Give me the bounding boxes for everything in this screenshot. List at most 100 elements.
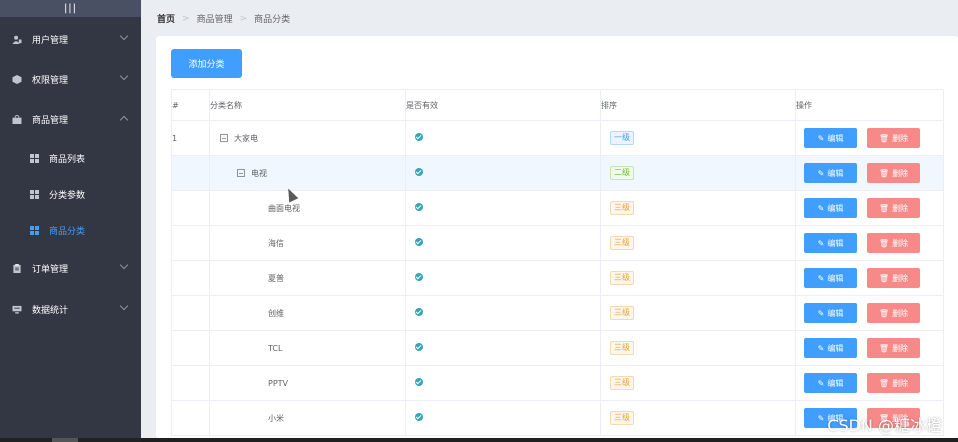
table-row[interactable]: 1 大家电 一级 ✎ 编辑 🗑 删除 (171, 120, 944, 156)
breadcrumb-categories: 商品分类 (254, 15, 291, 25)
cell-index (171, 295, 210, 331)
delete-button[interactable]: 🗑 删除 (867, 198, 920, 218)
table-row[interactable]: PPTV 三级 ✎ 编辑 🗑 删除 (171, 365, 944, 401)
chevron-down-icon (119, 301, 129, 311)
sidebar-item-label: 订单管理 (32, 264, 69, 275)
delete-button[interactable]: 🗑 删除 (867, 268, 920, 288)
cell-index (171, 155, 210, 191)
category-name: 夏普 (268, 273, 284, 283)
table-row[interactable]: 夏普 三级 ✎ 编辑 🗑 删除 (171, 260, 944, 296)
header-index: # (171, 89, 210, 121)
category-table: # 分类名称 是否有效 排序 操作 1 大家电 一级 ✎ 编辑 🗑 删除 电视 二级 ✎ 编辑 🗑 删除… (171, 89, 944, 436)
edit-icon: ✎ (817, 308, 825, 318)
sidebar-item-goods[interactable]: 商品管理 (0, 109, 141, 129)
cell-level: 三级 (600, 400, 796, 436)
table-row[interactable]: 电视 二级 ✎ 编辑 🗑 删除 (171, 155, 944, 191)
sidebar-item-users[interactable]: 用户管理 (0, 29, 141, 49)
cell-valid (405, 365, 601, 401)
sidebar-item-rights[interactable]: 权限管理 (0, 69, 141, 89)
cell-ops: ✎ 编辑 🗑 删除 (795, 365, 944, 401)
chevron-right-icon: > (182, 13, 190, 24)
horizontal-scrollbar[interactable] (141, 438, 958, 442)
trash-icon: 🗑 (878, 308, 890, 318)
cell-name: 夏普 (209, 260, 406, 296)
header-name: 分类名称 (209, 89, 406, 121)
level-tag: 三级 (610, 271, 634, 285)
sidebar-scrollbar[interactable] (0, 438, 141, 442)
delete-button[interactable]: 🗑 删除 (867, 163, 920, 183)
chevron-down-icon (119, 71, 129, 81)
cell-valid (405, 225, 601, 261)
sidebar-subitem-categories[interactable]: 商品分类 (0, 220, 141, 240)
check-circle-icon (415, 238, 423, 246)
cell-level: 三级 (600, 330, 796, 366)
edit-icon: ✎ (817, 238, 825, 248)
cell-level: 三级 (600, 225, 796, 261)
check-circle-icon (415, 203, 423, 211)
edit-button[interactable]: ✎ 编辑 (804, 373, 857, 393)
breadcrumb-home[interactable]: 首页 (157, 12, 175, 25)
cell-index (171, 365, 210, 401)
cell-level: 三级 (600, 295, 796, 331)
cell-name: PPTV (209, 365, 406, 401)
edit-button[interactable]: ✎ 编辑 (804, 338, 857, 358)
cell-level: 三级 (600, 365, 796, 401)
edit-button[interactable]: ✎ 编辑 (804, 233, 857, 253)
sidebar-subitem-goods-list[interactable]: 商品列表 (0, 148, 141, 168)
cell-name: 曲面电视 (209, 190, 406, 226)
chevron-up-icon (119, 115, 129, 125)
sidebar-subitem-params[interactable]: 分类参数 (0, 184, 141, 204)
level-tag: 一级 (610, 131, 634, 145)
cell-index (171, 225, 210, 261)
sidebar-subitem-label: 分类参数 (49, 190, 86, 201)
delete-button[interactable]: 🗑 删除 (867, 128, 920, 148)
user-icon (12, 35, 22, 44)
category-name: 曲面电视 (268, 203, 300, 213)
trash-icon: 🗑 (878, 133, 890, 143)
delete-button[interactable]: 🗑 删除 (867, 373, 920, 393)
sidebar-subitem-label: 商品列表 (49, 154, 86, 165)
sidebar-item-stats[interactable]: 数据统计 (0, 299, 141, 319)
cell-level: 一级 (600, 120, 796, 156)
trash-icon: 🗑 (878, 203, 890, 213)
sidebar-toggle-button[interactable]: ||| (0, 0, 141, 17)
delete-button[interactable]: 🗑 删除 (867, 303, 920, 323)
chevron-right-icon: > (239, 13, 248, 24)
edit-button[interactable]: ✎ 编辑 (804, 198, 857, 218)
level-tag: 三级 (610, 376, 634, 390)
delete-button[interactable]: 🗑 删除 (867, 338, 920, 358)
sidebar-item-orders[interactable]: 订单管理 (0, 258, 141, 278)
collapse-icon[interactable] (237, 169, 245, 177)
delete-button[interactable]: 🗑 删除 (867, 233, 920, 253)
edit-button[interactable]: ✎ 编辑 (804, 303, 857, 323)
check-circle-icon (415, 378, 423, 386)
check-circle-icon (415, 133, 423, 141)
cell-valid (405, 155, 601, 191)
category-name: 创维 (268, 308, 284, 318)
edit-button[interactable]: ✎ 编辑 (804, 163, 857, 183)
cell-valid (405, 400, 601, 436)
cell-index (171, 400, 210, 436)
bag-icon (12, 114, 22, 124)
cell-index: 1 (171, 120, 210, 156)
table-row[interactable]: 创维 三级 ✎ 编辑 🗑 删除 (171, 295, 944, 331)
level-tag: 二级 (610, 166, 634, 180)
sidebar: ||| 用户管理 权限管理 商品管理 商品列表 分类参数 商品分类 订单管理 数… (0, 0, 141, 442)
cell-valid (405, 330, 601, 366)
table-row[interactable]: 海信 三级 ✎ 编辑 🗑 删除 (171, 225, 944, 261)
category-name: 小米 (268, 413, 284, 423)
cell-index (171, 330, 210, 366)
cube-icon (12, 74, 22, 84)
edit-button[interactable]: ✎ 编辑 (804, 128, 857, 148)
table-row[interactable]: TCL 三级 ✎ 编辑 🗑 删除 (171, 330, 944, 366)
cell-level: 三级 (600, 190, 796, 226)
chevron-down-icon (119, 31, 129, 41)
cell-name: 海信 (209, 225, 406, 261)
add-category-button[interactable]: 添加分类 (171, 49, 242, 78)
edit-button[interactable]: ✎ 编辑 (804, 268, 857, 288)
category-card: 添加分类 # 分类名称 是否有效 排序 操作 1 大家电 一级 ✎ 编辑 🗑 删除 电视 二级 ✎… (156, 36, 958, 438)
cell-name: 创维 (209, 295, 406, 331)
clipboard-icon (13, 263, 21, 273)
collapse-icon[interactable] (220, 134, 228, 142)
cell-name: TCL (209, 330, 406, 366)
